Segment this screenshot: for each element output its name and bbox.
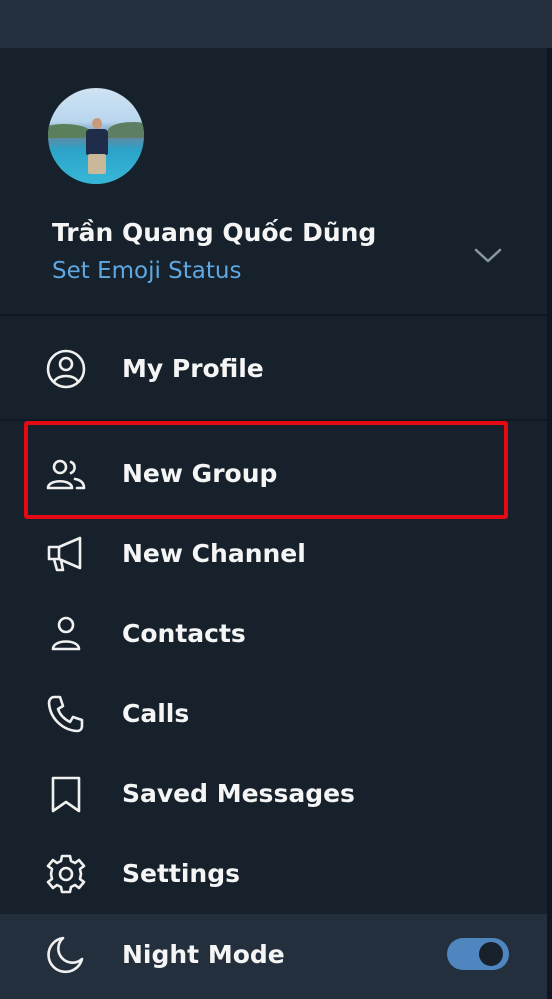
divider	[0, 419, 547, 421]
menu-item-saved-messages[interactable]: Saved Messages	[0, 754, 547, 834]
menu-label-contacts: Contacts	[122, 619, 246, 648]
divider	[0, 314, 547, 316]
avatar[interactable]	[48, 88, 144, 184]
menu-label-settings: Settings	[122, 859, 241, 888]
menu-label-night-mode: Night Mode	[122, 940, 285, 969]
phone-icon	[44, 694, 88, 734]
moon-icon	[44, 935, 88, 975]
night-mode-toggle[interactable]	[447, 938, 509, 970]
group-icon	[44, 454, 88, 494]
gear-icon	[44, 854, 88, 894]
megaphone-icon	[44, 534, 88, 574]
menu-label-new-channel: New Channel	[122, 539, 306, 568]
menu-item-new-group[interactable]: New Group	[0, 434, 547, 514]
bookmark-icon	[44, 774, 88, 814]
window-top-bar	[0, 0, 552, 48]
menu-item-new-channel[interactable]: New Channel	[0, 514, 547, 594]
user-name: Trần Quang Quốc Dũng	[52, 218, 377, 247]
menu-item-contacts[interactable]: Contacts	[0, 594, 547, 674]
menu-item-settings[interactable]: Settings	[0, 834, 547, 914]
menu-label-my-profile: My Profile	[122, 354, 264, 383]
toggle-knob	[477, 940, 505, 968]
menu-label-calls: Calls	[122, 699, 190, 728]
menu-item-my-profile[interactable]: My Profile	[0, 329, 547, 409]
menu-item-calls[interactable]: Calls	[0, 674, 547, 754]
account-circle-icon	[44, 349, 88, 389]
menu-label-new-group: New Group	[122, 459, 278, 488]
background-chat-area	[547, 48, 552, 999]
menu-label-saved-messages: Saved Messages	[122, 779, 355, 808]
person-icon	[44, 614, 88, 654]
chevron-down-icon[interactable]	[473, 244, 503, 266]
set-emoji-status-link[interactable]: Set Emoji Status	[52, 258, 241, 284]
menu-item-night-mode[interactable]: Night Mode	[0, 914, 547, 999]
